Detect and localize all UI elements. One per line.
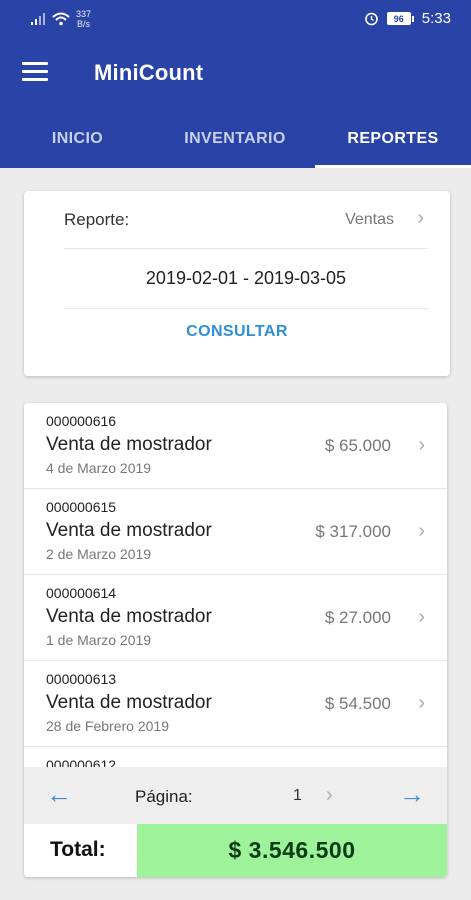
sale-date: 28 de Febrero 2019 xyxy=(46,718,169,734)
chevron-right-icon: › xyxy=(417,207,424,229)
alarm-icon xyxy=(364,12,378,26)
menu-icon[interactable] xyxy=(22,62,48,84)
tab-bar: INICIO INVENTARIO REPORTES xyxy=(0,110,471,168)
total-bar: Total: $ 3.546.500 xyxy=(24,824,447,877)
consult-button[interactable]: CONSULTAR xyxy=(24,323,450,341)
sales-list-card: 000000616 Venta de mostrador 4 de Marzo … xyxy=(24,403,447,877)
status-bar: 337 B/s 96 5:33 xyxy=(0,0,471,38)
list-item[interactable]: 000000616 Venta de mostrador 4 de Marzo … xyxy=(24,403,447,489)
chevron-right-icon: › xyxy=(418,692,425,714)
page-label: Página: xyxy=(135,787,193,806)
report-type-selector[interactable]: Reporte: Ventas › xyxy=(64,191,428,249)
pagination-bar: ← Página: 1 › → xyxy=(24,767,447,824)
sale-description: Venta de mostrador xyxy=(46,692,212,713)
tab-inventario[interactable]: INVENTARIO xyxy=(155,110,315,168)
sale-amount: $ 65.000 xyxy=(324,436,391,455)
chevron-right-icon: › xyxy=(418,606,425,628)
report-type-value: Ventas xyxy=(345,211,394,228)
sale-date: 2 de Marzo 2019 xyxy=(46,546,152,562)
sale-number: 000000612 xyxy=(46,757,117,767)
tab-inicio[interactable]: INICIO xyxy=(0,110,155,168)
list-item[interactable]: 000000615 Venta de mostrador 2 de Marzo … xyxy=(24,489,447,575)
sale-amount: $ 27.000 xyxy=(324,608,391,627)
total-label: Total: xyxy=(50,838,106,861)
sales-list[interactable]: 000000616 Venta de mostrador 4 de Marzo … xyxy=(24,403,447,767)
sale-description: Venta de mostrador xyxy=(46,606,212,627)
app-bar: MiniCount xyxy=(0,38,471,110)
arrow-right-icon[interactable]: → xyxy=(399,779,425,809)
clock: 5:33 xyxy=(421,10,451,27)
signal-icon xyxy=(31,13,45,25)
report-label: Reporte: xyxy=(64,210,130,229)
list-item[interactable]: 000000612 xyxy=(24,747,447,767)
sale-amount: $ 317.000 xyxy=(315,522,391,541)
sale-amount: $ 54.500 xyxy=(324,694,391,713)
sale-description: Venta de mostrador xyxy=(46,434,212,455)
sale-number: 000000616 xyxy=(46,413,117,429)
list-item[interactable]: 000000613 Venta de mostrador 28 de Febre… xyxy=(24,661,447,747)
sale-number: 000000615 xyxy=(46,499,117,515)
app-title: MiniCount xyxy=(94,60,204,85)
chevron-right-icon: › xyxy=(418,520,425,542)
date-range-selector[interactable]: 2019-02-01 - 2019-03-05 xyxy=(64,249,428,309)
sale-date: 1 de Marzo 2019 xyxy=(46,632,152,648)
sale-number: 000000613 xyxy=(46,671,117,687)
battery-icon: 96 xyxy=(386,12,414,25)
chevron-right-icon[interactable]: › xyxy=(326,784,333,807)
wifi-icon xyxy=(52,12,70,26)
sale-description: Venta de mostrador xyxy=(46,520,212,541)
sale-date: 4 de Marzo 2019 xyxy=(46,460,152,476)
arrow-left-icon[interactable]: ← xyxy=(46,779,72,809)
list-item[interactable]: 000000614 Venta de mostrador 1 de Marzo … xyxy=(24,575,447,661)
total-value: $ 3.546.500 xyxy=(137,824,447,877)
chevron-right-icon: › xyxy=(418,434,425,456)
tab-reportes[interactable]: REPORTES xyxy=(315,110,471,168)
sale-number: 000000614 xyxy=(46,585,117,601)
report-filter-card: Reporte: Ventas › 2019-02-01 - 2019-03-0… xyxy=(24,191,450,376)
network-speed: 337 B/s xyxy=(76,9,92,29)
page-number[interactable]: 1 xyxy=(293,787,302,805)
